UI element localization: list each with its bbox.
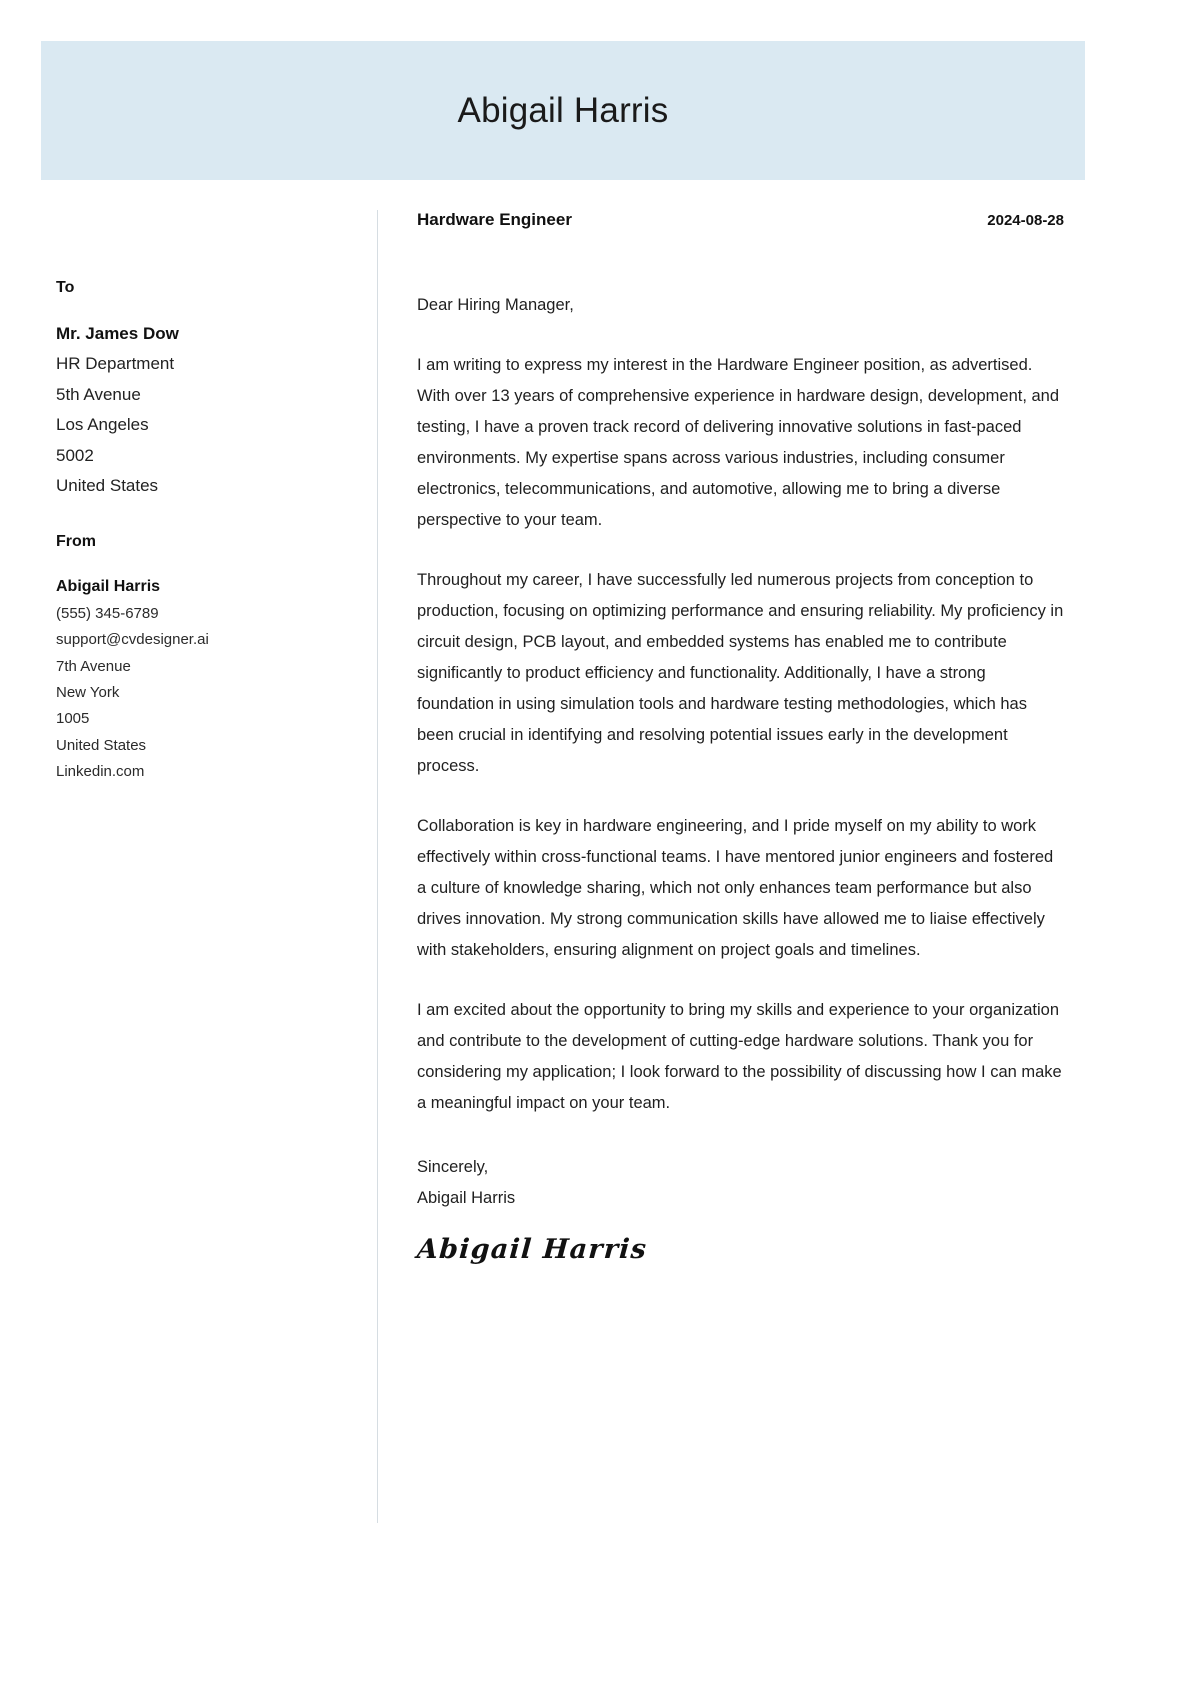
sender-linkedin: Linkedin.com <box>56 763 145 781</box>
to-heading: To <box>56 279 75 296</box>
signature: Abigail Harris <box>415 1234 649 1266</box>
job-title: Hardware Engineer <box>417 210 572 229</box>
salutation: Dear Hiring Manager, <box>417 296 574 315</box>
recipient-line: 5th Avenue <box>56 384 141 404</box>
letter-paragraph: I am excited about the opportunity to br… <box>417 1001 1062 1113</box>
closing-name: Abigail Harris <box>417 1188 516 1207</box>
letter-header-row: Hardware Engineer 2024-08-28 <box>417 210 1064 230</box>
sender-line: 1005 <box>56 710 90 728</box>
header-banner: Abigail Harris <box>41 41 1085 180</box>
sidebar: To Mr. James Dow HR Department 5th Avenu… <box>56 278 356 815</box>
closing-block: Sincerely, Abigail Harris <box>417 1152 1064 1213</box>
sender-name: Abigail Harris <box>56 577 161 595</box>
column-divider <box>377 210 378 1523</box>
recipient-line: United States <box>56 476 159 496</box>
recipient-line: HR Department <box>56 354 175 374</box>
cover-letter-page: Abigail Harris To Mr. James Dow HR Depar… <box>0 0 1200 1684</box>
sender-line: New York <box>56 683 120 701</box>
recipient-name: Mr. James Dow <box>56 324 179 344</box>
page-title: Abigail Harris <box>457 91 669 130</box>
from-heading: From <box>56 532 96 550</box>
letter-paragraph: Throughout my career, I have successfull… <box>417 571 1064 776</box>
sender-email: support@cvdesigner.ai <box>56 631 209 649</box>
recipient-line: 5002 <box>56 445 94 465</box>
letter-date: 2024-08-28 <box>987 212 1064 229</box>
sender-line: 7th Avenue <box>56 657 131 675</box>
sender-phone: (555) 345-6789 <box>56 604 159 622</box>
sender-block: From Abigail Harris (555) 345-6789 suppo… <box>56 532 356 786</box>
closing-word: Sincerely, <box>417 1158 489 1177</box>
letter-paragraph: Collaboration is key in hardware enginee… <box>417 817 1054 960</box>
letter-paragraph: I am writing to express my interest in t… <box>417 355 1060 529</box>
letter-body: Hardware Engineer 2024-08-28 Dear Hiring… <box>415 210 1064 1266</box>
sender-line: United States <box>56 736 147 754</box>
recipient-line: Los Angeles <box>56 415 149 435</box>
recipient-block: To Mr. James Dow HR Department 5th Avenu… <box>56 278 356 502</box>
